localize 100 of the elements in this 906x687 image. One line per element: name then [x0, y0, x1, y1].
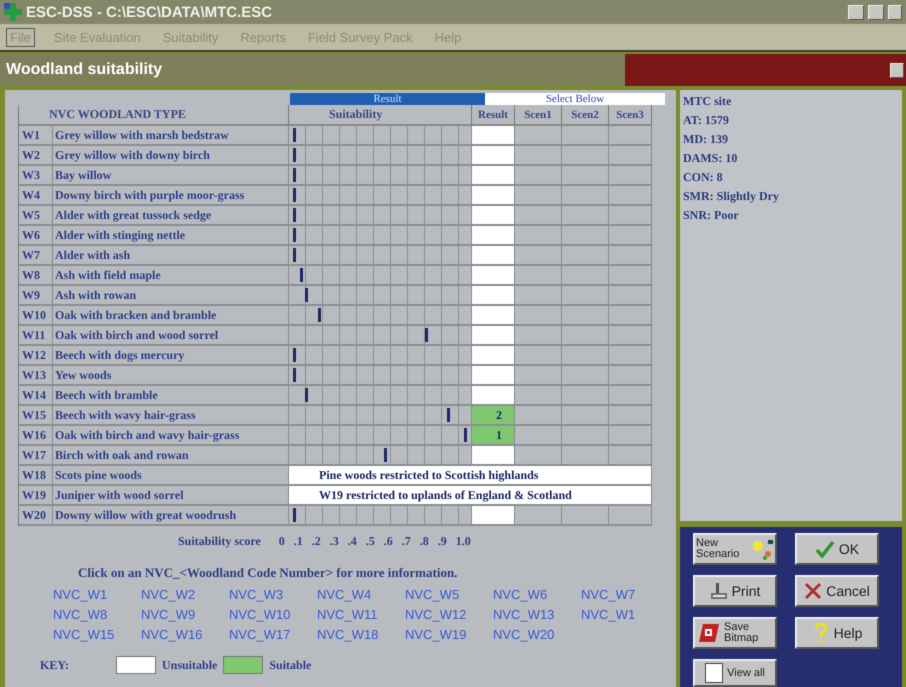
result-cell[interactable] — [472, 266, 515, 286]
table-cell[interactable] — [609, 426, 652, 446]
table-cell[interactable] — [609, 406, 652, 426]
woodland-name[interactable]: Oak with birch and wavy hair-grass — [53, 426, 289, 446]
table-cell[interactable] — [562, 126, 609, 146]
woodland-code[interactable]: W12 — [19, 346, 53, 366]
nvc-link[interactable]: NVC_W6 — [493, 587, 581, 602]
result-cell[interactable] — [472, 506, 515, 526]
woodland-code[interactable]: W20 — [19, 506, 53, 526]
result-cell[interactable] — [472, 126, 515, 146]
woodland-name[interactable]: Oak with bracken and bramble — [53, 306, 289, 326]
woodland-code[interactable]: W4 — [19, 186, 53, 206]
result-cell[interactable] — [472, 206, 515, 226]
table-cell[interactable] — [562, 146, 609, 166]
result-cell[interactable] — [472, 386, 515, 406]
table-cell[interactable] — [515, 306, 562, 326]
woodland-code[interactable]: W1 — [19, 126, 53, 146]
table-cell[interactable] — [609, 366, 652, 386]
woodland-code[interactable]: W3 — [19, 166, 53, 186]
woodland-code[interactable]: W5 — [19, 206, 53, 226]
result-cell[interactable] — [472, 246, 515, 266]
new-scenario-button[interactable]: New Scenario — [693, 533, 777, 565]
result-cell[interactable]: 1 — [472, 426, 515, 446]
woodland-code[interactable]: W11 — [19, 326, 53, 346]
table-cell[interactable] — [609, 186, 652, 206]
nvc-link[interactable]: NVC_W18 — [317, 627, 405, 642]
table-cell[interactable] — [515, 206, 562, 226]
woodland-code[interactable]: W2 — [19, 146, 53, 166]
nvc-link[interactable]: NVC_W15 — [53, 627, 141, 642]
table-cell[interactable] — [515, 166, 562, 186]
maximize-button[interactable] — [868, 4, 884, 20]
save-button[interactable]: Save Bitmap — [693, 617, 777, 649]
result-cell[interactable] — [472, 146, 515, 166]
nvc-link[interactable]: NVC_W1 — [53, 587, 141, 602]
woodland-name[interactable]: Birch with oak and rowan — [53, 446, 289, 466]
nvc-link[interactable]: NVC_W5 — [405, 587, 493, 602]
nvc-link[interactable]: NVC_W3 — [229, 587, 317, 602]
woodland-code[interactable]: W19 — [19, 486, 53, 506]
table-cell[interactable] — [562, 266, 609, 286]
result-cell[interactable] — [472, 446, 515, 466]
table-cell[interactable] — [609, 226, 652, 246]
table-cell[interactable] — [515, 246, 562, 266]
result-cell[interactable] — [472, 166, 515, 186]
woodland-name[interactable]: Ash with rowan — [53, 286, 289, 306]
nvc-link[interactable]: NVC_W16 — [141, 627, 229, 642]
woodland-name[interactable]: Alder with stinging nettle — [53, 226, 289, 246]
table-cell[interactable] — [515, 506, 562, 526]
nvc-link[interactable]: NVC_W10 — [229, 607, 317, 622]
woodland-name[interactable]: Alder with great tussock sedge — [53, 206, 289, 226]
nvc-link[interactable]: NVC_W7 — [581, 587, 669, 602]
view-all-checkbox[interactable]: View all — [693, 659, 777, 687]
print-button[interactable]: Print — [693, 575, 777, 607]
woodland-code[interactable]: W10 — [19, 306, 53, 326]
table-cell[interactable] — [515, 326, 562, 346]
table-cell[interactable] — [562, 386, 609, 406]
nvc-link[interactable]: NVC_W12 — [405, 607, 493, 622]
woodland-name[interactable]: Grey willow with marsh bedstraw — [53, 126, 289, 146]
woodland-code[interactable]: W14 — [19, 386, 53, 406]
table-cell[interactable] — [562, 346, 609, 366]
nvc-link[interactable]: NVC_W8 — [53, 607, 141, 622]
result-cell[interactable]: 2 — [472, 406, 515, 426]
table-cell[interactable] — [562, 166, 609, 186]
table-cell[interactable] — [562, 506, 609, 526]
minimize-button[interactable] — [848, 4, 864, 20]
table-cell[interactable] — [515, 426, 562, 446]
table-cell[interactable] — [609, 506, 652, 526]
result-cell[interactable] — [472, 346, 515, 366]
table-cell[interactable] — [515, 146, 562, 166]
woodland-code[interactable]: W9 — [19, 286, 53, 306]
nvc-link[interactable]: NVC_W4 — [317, 587, 405, 602]
table-cell[interactable] — [609, 126, 652, 146]
table-cell[interactable] — [609, 346, 652, 366]
result-cell[interactable] — [472, 186, 515, 206]
close-button[interactable] — [888, 4, 902, 20]
woodland-name[interactable]: Alder with ash — [53, 246, 289, 266]
table-cell[interactable] — [562, 286, 609, 306]
woodland-name[interactable]: Yew woods — [53, 366, 289, 386]
table-cell[interactable] — [609, 326, 652, 346]
woodland-code[interactable]: W6 — [19, 226, 53, 246]
help-button[interactable]: Help — [795, 617, 879, 649]
woodland-name[interactable]: Ash with field maple — [53, 266, 289, 286]
woodland-code[interactable]: W18 — [19, 466, 53, 486]
table-cell[interactable] — [609, 206, 652, 226]
table-cell[interactable] — [609, 166, 652, 186]
woodland-name[interactable]: Juniper with wood sorrel — [53, 486, 289, 506]
woodland-name[interactable]: Downy birch with purple moor-grass — [53, 186, 289, 206]
nvc-link[interactable]: NVC_W17 — [229, 627, 317, 642]
cancel-button[interactable]: Cancel — [795, 575, 879, 607]
table-cell[interactable] — [515, 226, 562, 246]
table-cell[interactable] — [609, 266, 652, 286]
nvc-link[interactable]: NVC_W11 — [317, 607, 405, 622]
woodland-name[interactable]: Beech with dogs mercury — [53, 346, 289, 366]
woodland-code[interactable]: W15 — [19, 406, 53, 426]
table-cell[interactable] — [609, 286, 652, 306]
table-cell[interactable] — [609, 246, 652, 266]
table-cell[interactable] — [515, 346, 562, 366]
table-cell[interactable] — [562, 406, 609, 426]
table-cell[interactable] — [562, 326, 609, 346]
woodland-name[interactable]: Downy willow with great woodrush — [53, 506, 289, 526]
woodland-code[interactable]: W13 — [19, 366, 53, 386]
